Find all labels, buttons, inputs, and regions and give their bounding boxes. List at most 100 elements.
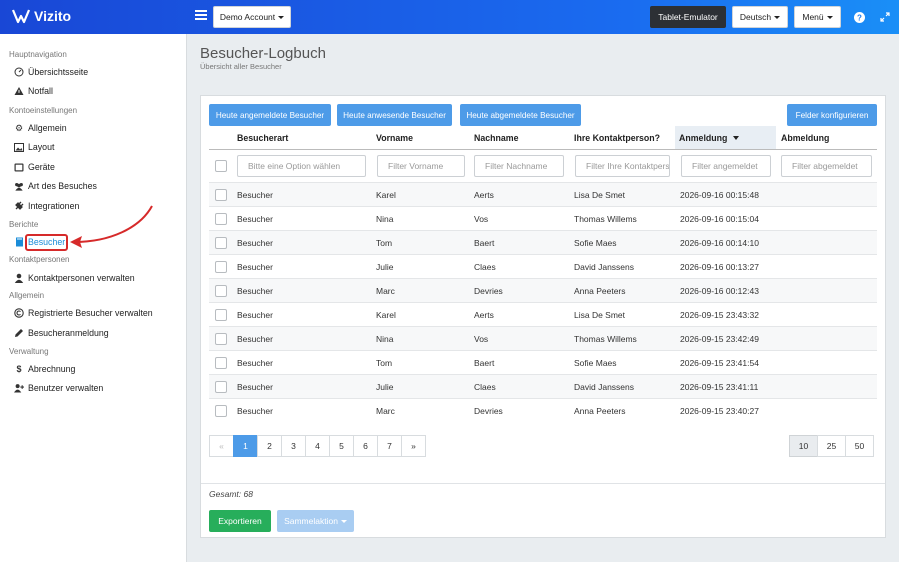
today-present-button[interactable]: Heute anwesende Besucher	[337, 104, 452, 126]
prev-page-button[interactable]: «	[209, 435, 234, 457]
cell-visitor-type: Besucher	[237, 214, 273, 224]
menu-dropdown[interactable]: Menü	[794, 6, 841, 28]
row-checkbox[interactable]	[215, 333, 227, 345]
column-header-check-out[interactable]: Abmeldung	[779, 126, 874, 149]
sidebar-item-registered-visitors[interactable]: Registrierte Besucher verwalten	[14, 306, 153, 320]
page-button[interactable]: 6	[353, 435, 378, 457]
sidebar-item-label: Layout	[28, 142, 55, 152]
cell-first-name: Marc	[376, 406, 395, 416]
table-row[interactable]: Besucher Tom Baert Sofie Maes 2026-09-16 00:…	[209, 230, 877, 254]
cell-check-in: 2026-09-16 00:15:48	[680, 190, 759, 200]
account-dropdown[interactable]: Demo Account	[213, 6, 291, 28]
cell-first-name: Marc	[376, 286, 395, 296]
sidebar-item-label: Notfall	[28, 86, 53, 96]
sidebar-item-contacts[interactable]: Kontaktpersonen verwalten	[14, 271, 135, 285]
cell-contact-person: Thomas Willems	[574, 214, 637, 224]
sidebar-item-overview[interactable]: Übersichtsseite	[14, 65, 88, 79]
page-button[interactable]: 7	[377, 435, 402, 457]
app-name: Vizito	[34, 8, 72, 24]
page-button[interactable]: 4	[305, 435, 330, 457]
page-button[interactable]: 5	[329, 435, 354, 457]
check-in-filter-input[interactable]: Filter angemeldet	[681, 155, 771, 177]
row-checkbox[interactable]	[215, 285, 227, 297]
warning-icon	[14, 86, 24, 96]
sidebar-item-emergency[interactable]: Notfall	[14, 84, 53, 98]
help-icon[interactable]: ?	[853, 11, 865, 23]
table-row[interactable]: Besucher Karel Aerts Lisa De Smet 2026-09-16…	[209, 182, 877, 206]
sidebar-item-visitor-registration[interactable]: Besucheranmeldung	[14, 326, 109, 340]
table-row[interactable]: Besucher Marc Devries Anna Peeters 2026-09-1…	[209, 398, 877, 422]
column-header-last-name[interactable]: Nachname	[472, 126, 567, 149]
cell-visitor-type: Besucher	[237, 406, 273, 416]
cell-contact-person: Lisa De Smet	[574, 190, 626, 200]
today-checked-out-button[interactable]: Heute abgemeldete Besucher	[460, 104, 581, 126]
row-checkbox[interactable]	[215, 381, 227, 393]
next-page-button[interactable]: »	[401, 435, 426, 457]
cell-contact-person: Sofie Maes	[574, 238, 617, 248]
sort-desc-icon	[733, 135, 740, 140]
check-out-filter-input[interactable]: Filter abgemeldet	[781, 155, 872, 177]
language-dropdown[interactable]: Deutsch	[732, 6, 788, 28]
cell-contact-person: Lisa De Smet	[574, 310, 626, 320]
page-button[interactable]: 1	[233, 435, 258, 457]
cell-first-name: Julie	[376, 262, 394, 272]
column-header-check-in[interactable]: Anmeldung	[675, 126, 776, 149]
cell-visitor-type: Besucher	[237, 238, 273, 248]
sidebar-item-label: Übersichtsseite	[28, 67, 89, 77]
row-checkbox[interactable]	[215, 405, 227, 417]
table-row[interactable]: Besucher Julie Claes David Janssens 2026-09-…	[209, 374, 877, 398]
gear-icon: ⚙	[14, 122, 24, 133]
menu-toggle-icon[interactable]	[195, 10, 207, 22]
column-header-contact-person[interactable]: Ihre Kontaktperson?	[572, 126, 672, 149]
row-checkbox[interactable]	[215, 213, 227, 225]
select-all-checkbox[interactable]	[215, 160, 227, 172]
page-size-button[interactable]: 25	[817, 435, 846, 457]
sidebar-item-visit-type[interactable]: Art des Besuches	[14, 179, 97, 193]
chevron-down-icon	[826, 15, 833, 19]
sidebar-section-title: Hauptnavigation	[9, 50, 67, 59]
sidebar-section-title: Berichte	[9, 220, 39, 229]
page-button[interactable]: 3	[281, 435, 306, 457]
bulk-action-dropdown[interactable]: Sammelaktion	[277, 510, 354, 532]
cell-last-name: Devries	[474, 406, 503, 416]
contact-filter-input[interactable]: Filter Ihre Kontaktperson	[575, 155, 670, 177]
table-row[interactable]: Besucher Karel Aerts Lisa De Smet 2026-09-15…	[209, 302, 877, 326]
row-checkbox[interactable]	[215, 189, 227, 201]
tablet-emulator-button[interactable]: Tablet-Emulator	[650, 6, 726, 28]
sidebar-item-general[interactable]: ⚙ Allgemein	[14, 121, 67, 135]
sidebar-item-layout[interactable]: Layout	[14, 140, 54, 154]
sidebar-item-manage-users[interactable]: Benutzer verwalten	[14, 381, 103, 395]
language-label: Deutsch	[739, 12, 772, 22]
cell-last-name: Claes	[474, 262, 496, 272]
expand-icon[interactable]	[879, 11, 891, 23]
page-size-button[interactable]: 50	[845, 435, 874, 457]
top-navbar: Vizito Demo Account Tablet-Emulator Deut…	[0, 0, 899, 34]
table-row[interactable]: Besucher Julie Claes David Janssens 2026-09-…	[209, 254, 877, 278]
last-name-filter-input[interactable]: Filter Nachname	[474, 155, 564, 177]
cell-first-name: Julie	[376, 382, 394, 392]
users-icon	[14, 181, 24, 191]
page-button[interactable]: 2	[257, 435, 282, 457]
row-checkbox[interactable]	[215, 261, 227, 273]
table-row[interactable]: Besucher Nina Vos Thomas Willems 2026-09-15 …	[209, 326, 877, 350]
row-checkbox[interactable]	[215, 237, 227, 249]
column-header-first-name[interactable]: Vorname	[374, 126, 469, 149]
cell-last-name: Vos	[474, 334, 489, 344]
table-row[interactable]: Besucher Tom Baert Sofie Maes 2026-09-15 23:…	[209, 350, 877, 374]
row-checkbox[interactable]	[215, 309, 227, 321]
export-button[interactable]: Exportieren	[209, 510, 271, 532]
page-size-button[interactable]: 10	[789, 435, 818, 457]
table-row[interactable]: Besucher Nina Vos Thomas Willems 2026-09-16 …	[209, 206, 877, 230]
visitor-type-filter-select[interactable]: Bitte eine Option wählen	[237, 155, 366, 177]
configure-fields-button[interactable]: Felder konfigurieren	[787, 104, 877, 126]
today-registered-button[interactable]: Heute angemeldete Besucher	[209, 104, 331, 126]
column-header-visitor-type[interactable]: Besucherart	[235, 126, 365, 149]
sidebar-item-devices[interactable]: Geräte	[14, 160, 55, 174]
cell-check-in: 2026-09-15 23:40:27	[680, 406, 759, 416]
row-checkbox[interactable]	[215, 357, 227, 369]
logo[interactable]: Vizito	[12, 8, 71, 24]
first-name-filter-input[interactable]: Filter Vorname	[377, 155, 465, 177]
sidebar-item-billing[interactable]: $ Abrechnung	[14, 362, 75, 376]
chevron-down-icon	[774, 15, 781, 19]
table-row[interactable]: Besucher Marc Devries Anna Peeters 2026-09-1…	[209, 278, 877, 302]
